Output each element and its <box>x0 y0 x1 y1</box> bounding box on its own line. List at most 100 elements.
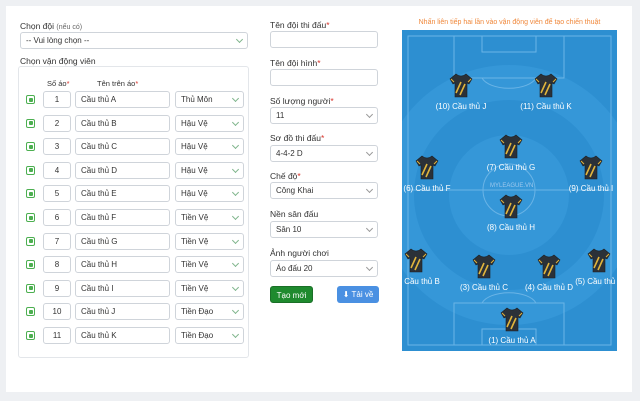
player-row: 11 Cầu thủ K Tiền Đạo <box>19 326 250 346</box>
field-player[interactable]: (9) Cầu thủ I <box>556 154 626 196</box>
player-row: 2 Cầu thủ B Hậu Vệ <box>19 114 250 134</box>
player-checkbox[interactable] <box>26 331 35 340</box>
field-player[interactable]: (10) Cầu thủ J <box>426 72 496 114</box>
field-hint: Nhấn liên tiếp hai lần vào vận động viên… <box>418 19 601 26</box>
download-button[interactable]: ⬇ Tải về <box>337 286 379 303</box>
mode-select[interactable]: Công Khai <box>270 182 378 199</box>
field-player-label: (10) Cầu thủ J <box>435 102 487 111</box>
player-checkbox[interactable] <box>26 307 35 317</box>
player-position-select[interactable]: Tiền Đạo <box>175 303 244 321</box>
player-name-input[interactable]: Cầu thủ G <box>75 232 170 250</box>
watermark: MYLEAGUE.VN <box>490 183 534 189</box>
player-number-input[interactable]: 6 <box>43 209 71 226</box>
player-name-input[interactable]: Cầu thủ A <box>75 91 170 108</box>
player-position-select[interactable]: Tiền Vệ <box>175 209 244 226</box>
player-position-select[interactable]: Thủ Môn <box>175 91 244 108</box>
jersey-icon <box>449 73 473 98</box>
player-number-input[interactable]: 1 <box>43 91 71 108</box>
field-player[interactable]: (7) Cầu thủ G <box>476 133 546 175</box>
player-number-input[interactable]: 10 <box>43 303 71 321</box>
player-checkbox[interactable] <box>26 165 35 175</box>
field-player-label: (1) Cầu thủ A <box>488 336 536 345</box>
player-number-input[interactable]: 5 <box>43 185 71 203</box>
team-select[interactable]: -- Vui lòng chọn -- <box>20 32 248 49</box>
formation-select[interactable]: 4-4-2 D <box>270 145 378 162</box>
jersey-icon <box>537 254 561 279</box>
player-position-select[interactable]: Hậu Vệ <box>175 114 244 132</box>
player-name-input[interactable]: Cầu thủ D <box>75 161 170 179</box>
field-player[interactable]: (11) Cầu thủ K <box>511 72 581 114</box>
field-player[interactable]: (3) Cầu thủ C <box>449 253 519 295</box>
player-name-input[interactable]: Cầu thủ B <box>75 114 170 132</box>
player-row: 4 Cầu thủ D Hậu Vệ <box>19 161 250 181</box>
jersey-icon <box>534 73 558 98</box>
field-player[interactable]: (8) Cầu thủ H <box>476 193 546 235</box>
player-image-select[interactable]: Áo đấu 20 <box>270 260 378 277</box>
player-checkbox[interactable] <box>26 142 35 152</box>
player-row: 8 Cầu thủ H Tiền Vệ <box>19 255 250 275</box>
field-player[interactable]: (5) Cầu thủ E <box>564 247 634 289</box>
player-position-select[interactable]: Tiền Vệ <box>175 232 244 250</box>
player-checkbox[interactable] <box>26 236 35 246</box>
player-checkbox[interactable] <box>26 260 35 270</box>
player-position-select[interactable]: Tiền Vệ <box>175 256 244 274</box>
player-name-input[interactable]: Cầu thủ J <box>75 303 170 321</box>
player-position-select[interactable]: Hậu Vệ <box>175 185 244 203</box>
player-checkbox[interactable] <box>26 213 35 222</box>
create-button[interactable]: Tạo mới <box>270 286 313 303</box>
jersey-icon <box>500 307 524 332</box>
chevron-down-icon <box>235 35 244 44</box>
jersey-icon <box>472 254 496 279</box>
player-row: 10 Cầu thủ J Tiền Đạo <box>19 302 250 322</box>
field-player[interactable]: (1) Cầu thủ A <box>477 306 547 348</box>
player-count-select[interactable]: 11 <box>270 107 378 124</box>
player-position-select[interactable]: Tiền Đạo <box>175 327 244 344</box>
player-row: 5 Cầu thủ E Hậu Vệ <box>19 184 250 204</box>
field-player-label: (6) Cầu thủ F <box>403 184 451 193</box>
player-name-input[interactable]: Cầu thủ H <box>75 256 170 274</box>
player-name-input[interactable]: Cầu thủ E <box>75 185 170 203</box>
formation-label: Sơ đồ thi đấu* <box>270 133 325 143</box>
jersey-icon <box>499 194 523 219</box>
player-checkbox[interactable] <box>26 283 35 293</box>
player-number-input[interactable]: 8 <box>43 256 71 274</box>
lineup-name-input[interactable] <box>270 69 378 86</box>
chevron-down-icon <box>231 283 240 291</box>
player-number-input[interactable]: 9 <box>43 279 71 297</box>
player-number-input[interactable]: 4 <box>43 161 71 179</box>
chevron-down-icon <box>231 307 240 315</box>
field-bg-label: Nền sân đấu <box>270 209 319 219</box>
player-row: 3 Cầu thủ C Hậu Vệ <box>19 137 250 157</box>
field-player[interactable]: (2) Cầu thủ B <box>381 247 451 289</box>
player-position-select[interactable]: Hậu Vệ <box>175 138 244 156</box>
jersey-icon <box>404 248 428 273</box>
player-checkbox[interactable] <box>26 95 35 104</box>
col-number-header: Số áo* <box>47 79 70 88</box>
player-number-input[interactable]: 7 <box>43 232 71 250</box>
chevron-down-icon <box>231 165 240 173</box>
chevron-down-icon <box>365 224 374 233</box>
player-name-input[interactable]: Cầu thủ F <box>75 209 170 226</box>
team-name-input[interactable] <box>270 31 378 48</box>
player-name-input[interactable]: Cầu thủ I <box>75 279 170 297</box>
col-name-header: Tên trên áo* <box>97 79 139 88</box>
player-position-select[interactable]: Tiền Vệ <box>175 279 244 297</box>
chevron-down-icon <box>231 260 240 268</box>
player-checkbox[interactable] <box>26 189 35 199</box>
player-number-input[interactable]: 2 <box>43 114 71 132</box>
player-position-select[interactable]: Hậu Vệ <box>175 161 244 179</box>
field-player[interactable]: (6) Cầu thủ F <box>392 154 462 196</box>
lineup-name-label: Tên đội hình* <box>270 58 321 68</box>
field-player-label: (11) Cầu thủ K <box>520 102 572 111</box>
player-row: 6 Cầu thủ F Tiền Vệ <box>19 208 250 228</box>
jersey-icon <box>587 248 611 273</box>
player-number-input[interactable]: 3 <box>43 138 71 156</box>
player-name-input[interactable]: Cầu thủ K <box>75 327 170 344</box>
field-player-label: (2) Cầu thủ B <box>392 277 440 286</box>
field-bg-select[interactable]: Sân 10 <box>270 221 378 238</box>
player-name-input[interactable]: Cầu thủ C <box>75 138 170 156</box>
player-number-input[interactable]: 11 <box>43 327 71 344</box>
chevron-down-icon <box>231 236 240 244</box>
player-checkbox[interactable] <box>26 118 35 128</box>
chevron-down-icon <box>365 185 374 194</box>
